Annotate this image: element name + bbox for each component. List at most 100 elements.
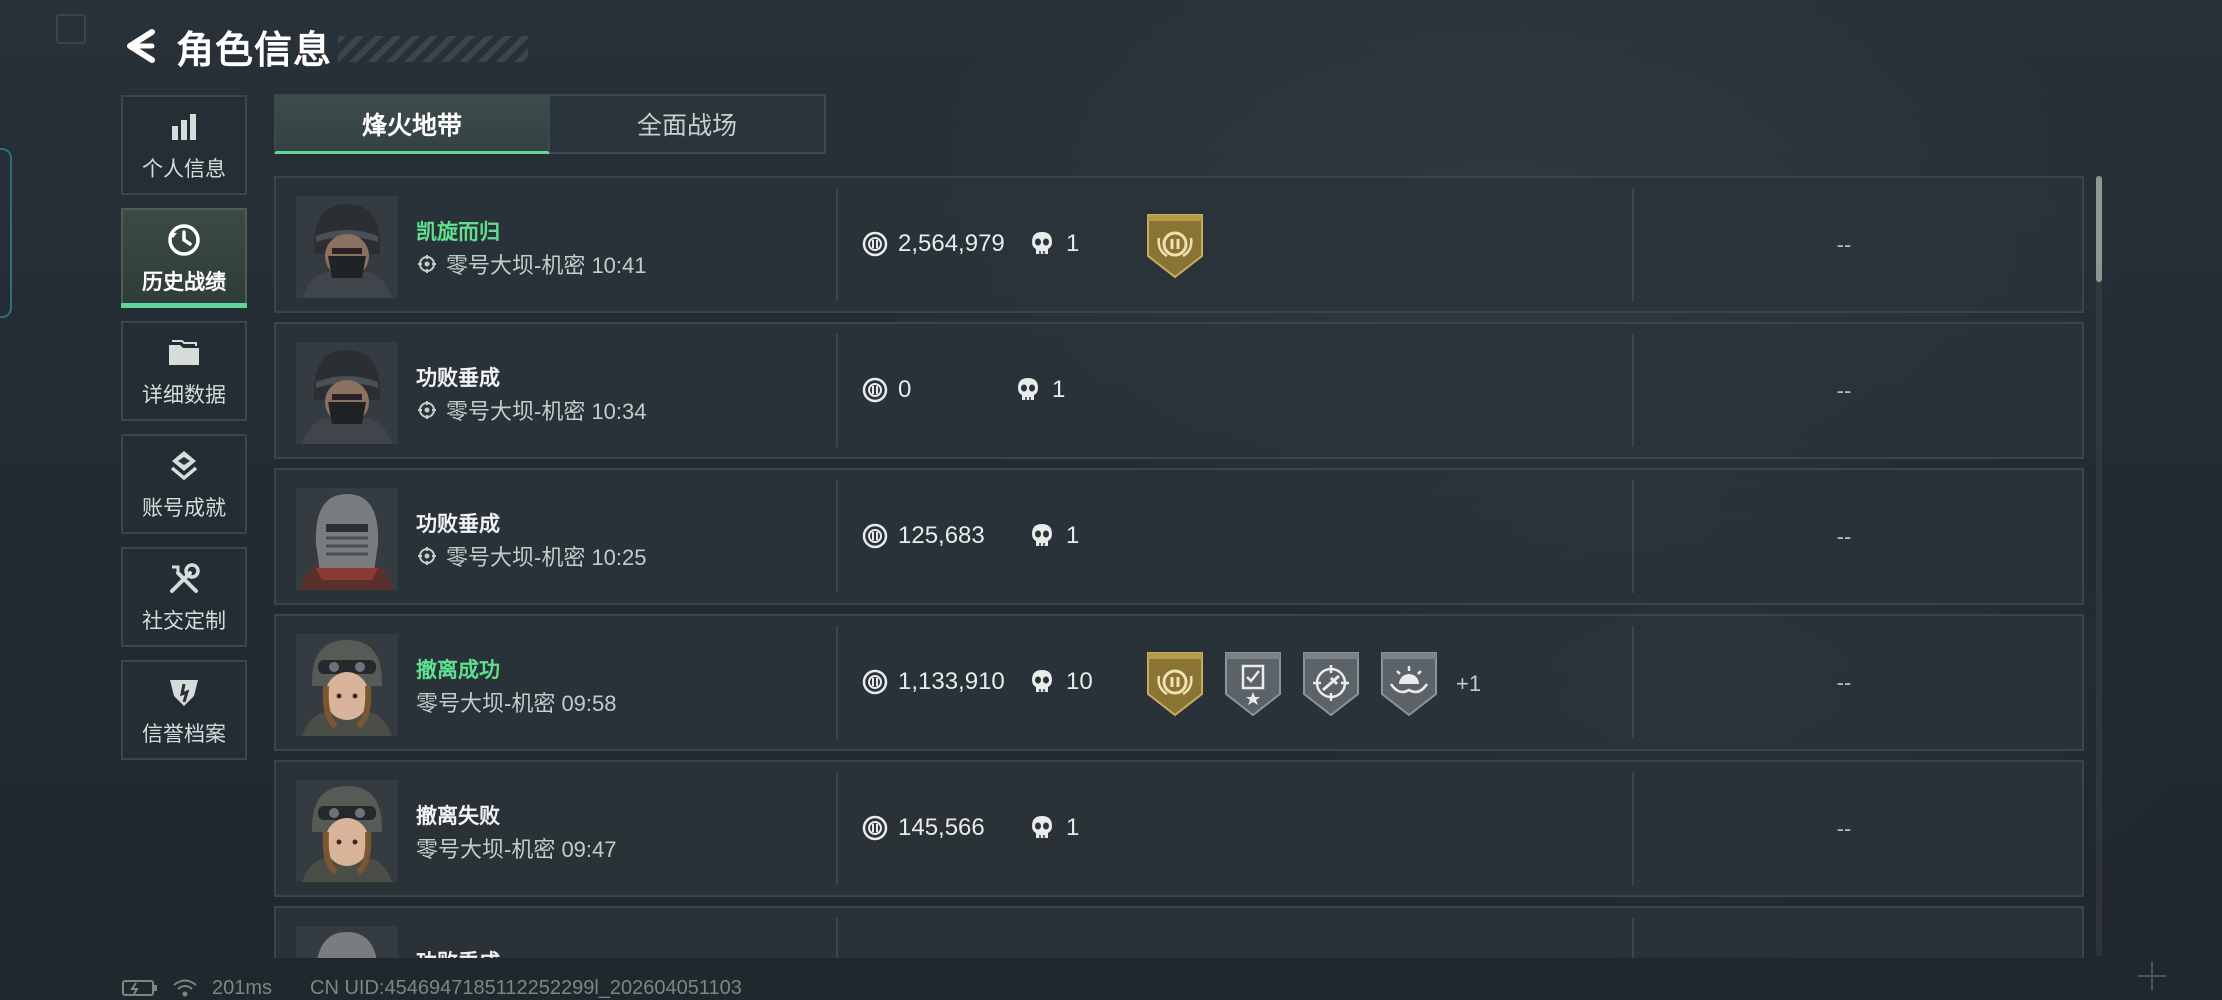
map-time-text: 零号大坝-机密 09:58: [416, 691, 617, 716]
tab-label: 全面战场: [636, 112, 737, 140]
mode-tabs: 烽火地带 全面战场: [274, 94, 826, 154]
placeholder-dash: --: [1836, 232, 1852, 257]
more-medals-count[interactable]: +1: [1456, 671, 1481, 697]
match-record-row[interactable]: 撤离失败零号大坝-机密 09:47 145,566 1 --: [274, 760, 2084, 897]
loot-value: 2,564,979: [862, 230, 1005, 258]
edge-handle[interactable]: [0, 148, 12, 318]
match-result: 功败垂成: [416, 367, 500, 390]
tab-firezone[interactable]: 烽火地带: [274, 94, 550, 154]
map-and-time: 零号大坝-机密 09:47: [416, 832, 617, 864]
loot-value-text: 145,566: [898, 814, 985, 841]
skull-icon: [1016, 377, 1040, 403]
kill-count-text: 1: [1066, 230, 1080, 257]
operator-avatar: [296, 342, 398, 444]
kill-count: 10: [1030, 668, 1093, 696]
placeholder-dash: --: [1836, 816, 1852, 841]
loot-value: 125,683: [862, 522, 985, 550]
skull-icon: [1030, 231, 1054, 257]
match-record-row[interactable]: 功败垂成零号大坝-机密 10:25 125,683 1 --: [274, 468, 2084, 605]
loot-value: 1,133,910: [862, 668, 1005, 696]
match-result: 撤离失败: [416, 805, 500, 828]
column-divider: [1632, 918, 1634, 958]
match-result: 功败垂成: [416, 946, 500, 958]
back-arrow-icon: [127, 29, 155, 63]
column-divider: [1632, 334, 1634, 447]
tab-full-battlefield[interactable]: 全面战场: [550, 94, 826, 154]
loot-value: 0: [862, 376, 911, 404]
bar-chart-icon: [164, 107, 204, 147]
wifi-icon: [172, 978, 198, 998]
tab-label: 烽火地带: [361, 111, 462, 140]
squad-icon: [416, 399, 438, 421]
status-bar: 201ms CN UID:4546947185112252299l_202604…: [122, 976, 756, 1000]
back-button[interactable]: [120, 24, 164, 68]
scrollbar-thumb[interactable]: [2096, 176, 2102, 282]
sidebar-item-5[interactable]: 信誉档案: [121, 660, 247, 760]
map-time-text: 零号大坝-机密 10:41: [446, 253, 647, 278]
plus-icon: [2138, 962, 2166, 990]
checkbox[interactable]: [56, 14, 86, 44]
kill-count: 1: [1016, 376, 1065, 404]
column-divider: [836, 188, 838, 301]
clock-icon: [164, 220, 204, 260]
coin-icon: [862, 815, 888, 841]
sidebar-item-2[interactable]: 详细数据: [121, 321, 247, 421]
coin-icon: [862, 377, 888, 403]
sidebar-item-3[interactable]: 账号成就: [121, 434, 247, 534]
tools-icon: [164, 559, 204, 599]
folder-icon: [164, 333, 204, 373]
sidebar-item-label: 个人信息: [142, 158, 226, 181]
map-time-text: 零号大坝-机密 10:25: [446, 545, 647, 570]
column-divider: [836, 918, 838, 958]
scrollbar-track[interactable]: [2096, 176, 2102, 956]
medal-list: [1144, 212, 1222, 280]
sidebar-item-label: 账号成就: [142, 497, 226, 520]
medal-list: +1: [1144, 650, 1481, 718]
coin-icon: [862, 669, 888, 695]
kill-count: 1: [1030, 814, 1079, 842]
sunrise-badge-icon[interactable]: [1378, 650, 1440, 718]
skull-icon: [1030, 815, 1054, 841]
kill-count: 1: [1030, 230, 1079, 258]
match-record-row[interactable]: 功败垂成: [274, 906, 2084, 958]
sidebar-item-4[interactable]: 社交定制: [121, 547, 247, 647]
loot-value-text: 125,683: [898, 522, 985, 549]
placeholder-dash: --: [1836, 670, 1852, 695]
skull-icon: [1030, 669, 1054, 695]
coin-icon: [862, 231, 888, 257]
uid-text: CN UID:4546947185112252299l_202604051103: [310, 976, 742, 999]
match-history-list[interactable]: 凯旋而归 零号大坝-机密 10:41 2,564,979 1 -- 功败垂成 零号大坝-机密…: [274, 176, 2084, 958]
crosshair-badge-icon[interactable]: [1300, 650, 1362, 718]
placeholder-dash: --: [1836, 524, 1852, 549]
page-title: 角色信息: [176, 29, 333, 72]
coin-icon: [862, 523, 888, 549]
column-divider: [836, 334, 838, 447]
map-and-time: 零号大坝-机密 10:25: [416, 540, 647, 572]
column-divider: [1632, 772, 1634, 885]
loot-value: 145,566: [862, 814, 985, 842]
sidebar-item-label: 信誉档案: [142, 723, 226, 746]
shield-icon: [164, 672, 204, 712]
clipboard-star-badge-icon[interactable]: [1222, 650, 1284, 718]
loot-value-text: 2,564,979: [898, 230, 1005, 257]
match-record-row[interactable]: 凯旋而归 零号大坝-机密 10:41 2,564,979 1 --: [274, 176, 2084, 313]
match-record-row[interactable]: 撤离成功 零号大坝-机密 09:58 1,133,910 10 +1 --: [274, 614, 2084, 751]
placeholder-dash: --: [1836, 378, 1852, 403]
sidebar-item-label: 历史战绩: [142, 271, 226, 294]
operator-avatar: [296, 196, 398, 298]
column-divider: [1632, 626, 1634, 739]
match-result: 功败垂成: [416, 513, 500, 536]
sidebar-item-1[interactable]: 历史战绩: [121, 208, 247, 308]
match-record-row[interactable]: 功败垂成零号大坝-机密 10:34 0 1 --: [274, 322, 2084, 459]
operator-avatar: [296, 634, 398, 736]
map-time-text: 零号大坝-机密 10:34: [446, 399, 647, 424]
map-and-time: 零号大坝-机密 10:34: [416, 394, 647, 426]
sidebar-item-0[interactable]: 个人信息: [121, 95, 247, 195]
gold-laurel-badge-icon[interactable]: [1144, 212, 1206, 280]
page-header: 角色信息: [120, 18, 529, 74]
kill-count-text: 1: [1066, 522, 1080, 549]
loot-value-text: 1,133,910: [898, 668, 1005, 695]
map-and-time: 零号大坝-机密 10:41: [416, 248, 647, 280]
loot-value-text: 0: [898, 376, 912, 403]
gold-laurel-badge-icon[interactable]: [1144, 650, 1206, 718]
